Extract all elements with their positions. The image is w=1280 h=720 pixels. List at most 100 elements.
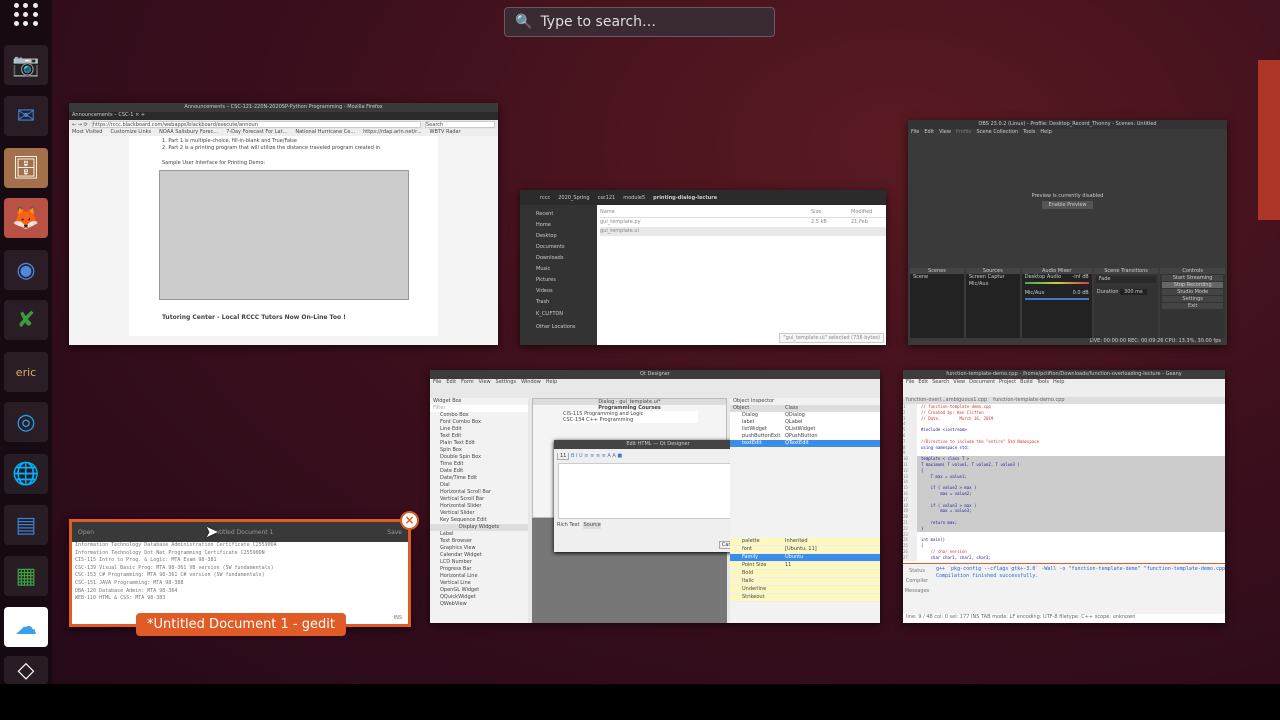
object-row[interactable]: label QLabel	[730, 419, 880, 426]
path-crumb[interactable]: csc121	[598, 195, 616, 201]
property-row[interactable]: Family Ubuntu	[730, 554, 880, 562]
url-bar[interactable]: https://rccc.blackboard.com/webapps/blac…	[91, 121, 421, 128]
widget-box-item[interactable]: Horizontal Scroll Bar	[440, 489, 528, 496]
menu-help[interactable]: Help	[546, 379, 557, 386]
window-gedit[interactable]: Open *Untitled Document 1 Save Informati…	[69, 519, 411, 627]
widget-box-item[interactable]: Horizontal Slider	[440, 503, 528, 510]
menu-settings[interactable]: Settings	[496, 379, 517, 386]
tab-messages[interactable]: Messages	[903, 586, 931, 596]
sidebar-item[interactable]: Other Locations	[520, 321, 597, 334]
path-crumb[interactable]: 2020_Spring	[558, 195, 589, 201]
widget-box-item[interactable]: Label	[440, 531, 528, 538]
text-area[interactable]: Information Technology Database Administ…	[72, 542, 408, 603]
path-crumb[interactable]: rccc	[540, 195, 550, 201]
sidebar-item[interactable]: K_CLIFTON	[520, 308, 597, 321]
menu-scene-collection[interactable]: Scene Collection	[976, 129, 1018, 136]
property-row[interactable]: Point Size 11	[730, 562, 880, 570]
menu-item[interactable]: Search	[932, 379, 949, 386]
menu-item[interactable]: Build	[1020, 379, 1033, 386]
source-item[interactable]: Screen Captur	[966, 274, 1020, 281]
editor-tab[interactable]: function-overl...ambiguous1.cpp	[906, 397, 987, 404]
stop-recording-button[interactable]: Stop Recording	[1162, 282, 1223, 288]
menu-tools[interactable]: Tools	[1023, 129, 1035, 136]
menu-edit[interactable]: Edit	[446, 379, 456, 386]
widget-box-item[interactable]: Combo Box	[440, 412, 528, 419]
object-row[interactable]: Dialog QDialog	[730, 412, 880, 419]
menu-item[interactable]: File	[906, 379, 914, 386]
open-button[interactable]: Open	[78, 529, 94, 536]
start-streaming-button[interactable]: Start Streaming	[1162, 275, 1223, 281]
studio-mode-button[interactable]: Studio Mode	[1162, 289, 1223, 295]
dock-app-files-icon[interactable]: 🗄	[4, 148, 48, 188]
widget-box-item[interactable]: Horizontal Line	[440, 573, 528, 580]
widget-box-item[interactable]: QQuickWidget	[440, 594, 528, 601]
window-firefox[interactable]: Announcements – CSC-121-220N-2020SP-Pyth…	[69, 103, 498, 345]
widget-box-item[interactable]: Vertical Line	[440, 580, 528, 587]
dock-app-xmind-icon[interactable]: ✘	[4, 300, 48, 340]
widget-box-item[interactable]: Text Edit	[440, 433, 528, 440]
menu-help[interactable]: Help	[1040, 129, 1051, 136]
menu-item[interactable]: Project	[999, 379, 1016, 386]
menu-view[interactable]: View	[479, 379, 491, 386]
widget-box-item[interactable]: OpenGL Widget	[440, 587, 528, 594]
dock-app-chromium-icon[interactable]: ◉	[4, 250, 48, 290]
menu-file[interactable]: File	[433, 379, 441, 386]
widget-box-item[interactable]: Double Spin Box	[440, 454, 528, 461]
widget-box-item[interactable]: Vertical Scroll Bar	[440, 496, 528, 503]
editor-tab-active[interactable]: function-template-demo.cpp	[993, 397, 1064, 404]
tab-source[interactable]: Source	[583, 522, 601, 529]
widget-box-item[interactable]: Text Browser	[440, 538, 528, 545]
font-size-select[interactable]: 11	[557, 453, 570, 460]
volume-slider[interactable]	[1024, 298, 1089, 300]
bookmark[interactable]: Most Visited	[72, 129, 102, 136]
workspace-thumbnail[interactable]	[1258, 60, 1280, 220]
widget-box-item[interactable]: Calendar Widget	[440, 552, 528, 559]
property-row[interactable]: palette Inherited	[730, 538, 880, 546]
widget-box-item[interactable]: Time Edit	[440, 461, 528, 468]
window-geany[interactable]: function-template-demo.cpp - /home/pclif…	[903, 370, 1225, 623]
widget-box-item[interactable]: LCD Number	[440, 559, 528, 566]
property-row[interactable]: Strikeout	[730, 594, 880, 602]
widget-box-item[interactable]: Spin Box	[440, 447, 528, 454]
widget-box-item[interactable]: Plain Text Edit	[440, 440, 528, 447]
file-row[interactable]: gui_template.py 2.5 kB 21 Feb	[600, 218, 886, 227]
code-line[interactable]: 27 char char1, char2, char3;	[903, 554, 1225, 561]
menu-item[interactable]: Document	[969, 379, 995, 386]
tutoring-link[interactable]: Tutoring Center - Local RCCC Tutors Now …	[159, 314, 408, 321]
menu-item[interactable]: Edit	[918, 379, 928, 386]
window-files[interactable]: rccc 2020_Spring csc121 module5 printing-dia…	[520, 190, 886, 345]
search-input[interactable]: 🔍 Type to search…	[504, 7, 775, 37]
tab-status[interactable]: Status	[903, 566, 931, 576]
dock-app-camera-icon[interactable]: 📷	[4, 45, 48, 85]
widget-box-item[interactable]: Progress Bar	[440, 566, 528, 573]
rich-text-editor[interactable]	[558, 463, 758, 519]
sidebar-item[interactable]: Pictures	[520, 275, 597, 286]
path-crumb[interactable]: module5	[623, 195, 645, 201]
bookmark[interactable]: WBTV Radar	[430, 129, 461, 136]
widget-box-item[interactable]: Line Edit	[440, 426, 528, 433]
enable-preview-button[interactable]: Enable Preview	[1042, 201, 1093, 209]
column-size[interactable]: Size	[811, 208, 851, 217]
column-name[interactable]: Name	[600, 208, 811, 217]
dock-app-bluefish-icon[interactable]: 🌐	[4, 454, 48, 494]
bookmark[interactable]: https://rdap.arin.net/r...	[363, 129, 421, 136]
dock-app-thunderbird-icon[interactable]: ✉	[4, 96, 48, 136]
source-item[interactable]: Mic/Aux	[966, 281, 1020, 288]
object-row[interactable]: pushButtonExit QPushButton	[730, 433, 880, 440]
dock-app-eric-icon[interactable]: eric	[4, 352, 48, 392]
close-window-button[interactable]: ×	[400, 511, 419, 530]
scene-item[interactable]: Scene	[910, 274, 964, 281]
browser-tab[interactable]: Announcements – CSC-1	[72, 112, 133, 118]
dock-app-writer-icon[interactable]: ▤	[4, 505, 48, 545]
sidebar-item[interactable]: Music	[520, 264, 597, 275]
tab-rich-text[interactable]: Rich Text	[557, 522, 579, 529]
menu-item[interactable]: Tools	[1037, 379, 1049, 386]
tab-compiler[interactable]: Compiler	[903, 576, 931, 586]
menu-file[interactable]: File	[911, 129, 919, 136]
bookmark[interactable]: Customize Links	[110, 129, 151, 136]
object-row[interactable]: listWidget QListWidget	[730, 426, 880, 433]
file-row-selected[interactable]: gui_template.ui	[600, 227, 886, 236]
exit-button[interactable]: Exit	[1162, 303, 1223, 309]
widget-box-item[interactable]: Date Edit	[440, 468, 528, 475]
widget-box-item[interactable]: Vertical Slider	[440, 510, 528, 517]
